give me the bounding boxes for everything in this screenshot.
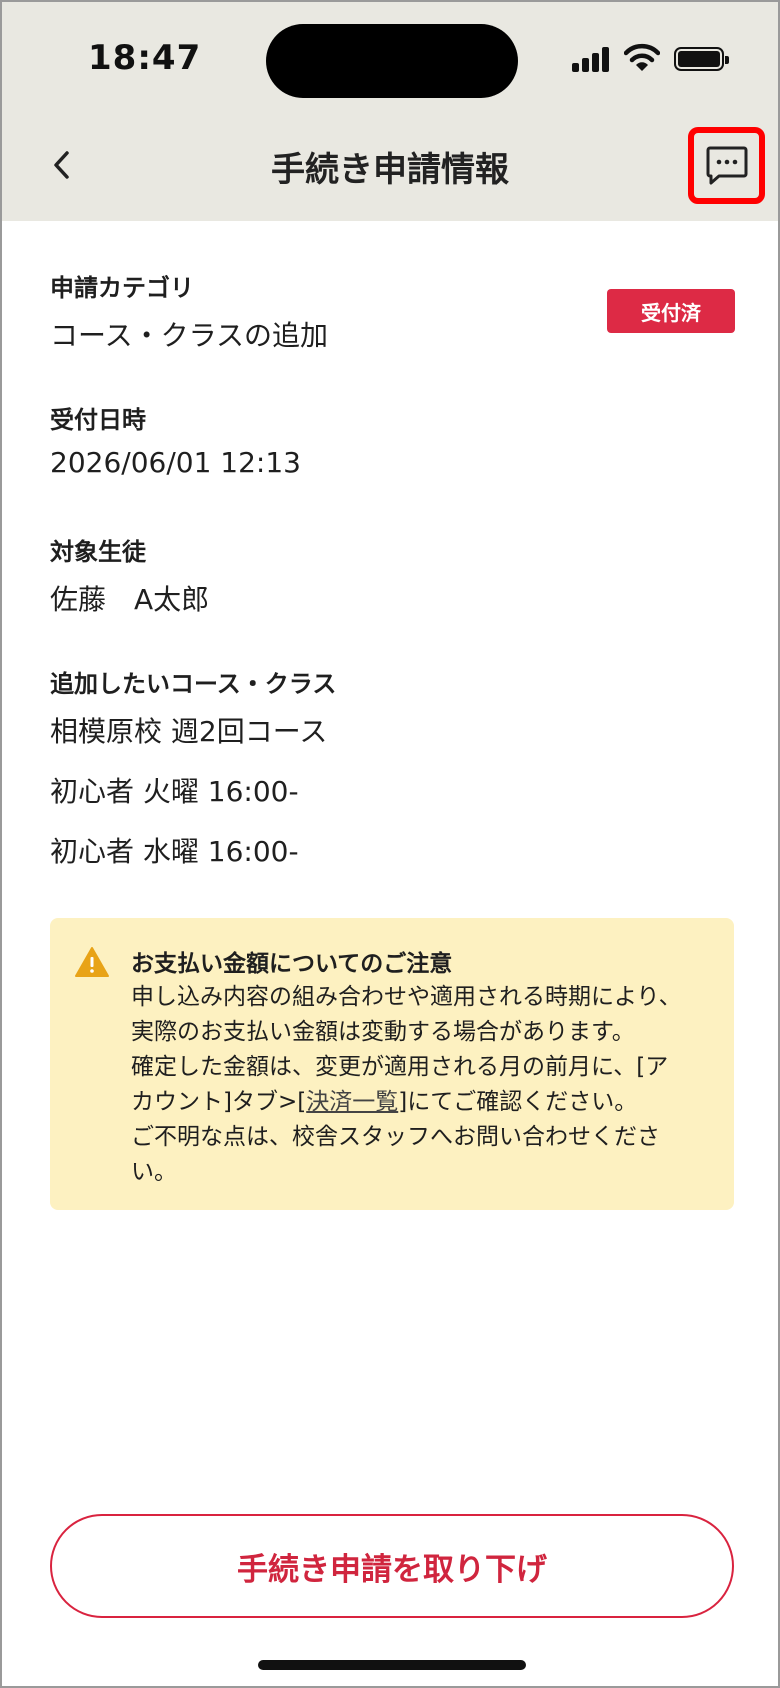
warning-icon (75, 947, 109, 977)
category-label: 申請カテゴリ (50, 274, 194, 302)
withdraw-request-button[interactable]: 手続き申請を取り下げ (50, 1514, 734, 1618)
notice-title: お支払い金額についてのご注意 (131, 951, 453, 977)
status-time: 18:47 (88, 38, 202, 78)
payment-list-link[interactable]: 決済一覧 (306, 1089, 398, 1115)
received-at-label: 受付日時 (50, 406, 146, 434)
page-title: 手続き申請情報 (271, 150, 509, 190)
chat-bubble-icon (706, 146, 747, 184)
student-value: 佐藤 A太郎 (50, 583, 210, 616)
notice-line: カウント]タブ>[決済一覧]にてご確認ください。 (131, 1085, 701, 1120)
course-class-label: 追加したいコース・クラス (50, 670, 337, 698)
notice-text: ]にてご確認ください。 (398, 1089, 638, 1115)
class-value-wednesday: 初心者 水曜 16:00- (50, 835, 299, 868)
status-badge: 受付済 (607, 289, 735, 333)
received-at-value: 2026/06/01 12:13 (50, 446, 301, 479)
notice-line: 確定した金額は、変更が適用される月の前月に、[ア (131, 1054, 669, 1080)
notice-line: 実際のお支払い金額は変動する場合があります。 (131, 1019, 635, 1045)
app-screen: 18:47 手続き申請情報 申請カテゴリ コース・クラスの追加 受付済 受付日時… (0, 0, 780, 1688)
notice-body: 申し込み内容の組み合わせや適用される時期により、 実際のお支払い金額は変動する場… (131, 980, 701, 1190)
notice-line: ご不明な点は、校舎スタッフへお問い合わせくださ (131, 1124, 660, 1150)
notice-line: 申し込み内容の組み合わせや適用される時期により、 (131, 984, 682, 1010)
class-value-tuesday: 初心者 火曜 16:00- (50, 775, 299, 808)
notice-line: い。 (131, 1159, 177, 1185)
cellular-signal-icon (572, 46, 612, 72)
category-value: コース・クラスの追加 (50, 319, 329, 352)
notice-text: カウント]タブ>[ (131, 1089, 307, 1115)
student-label: 対象生徒 (50, 538, 146, 566)
course-value: 相模原校 週2回コース (50, 715, 328, 748)
header-bar: 18:47 手続き申請情報 (2, 2, 778, 221)
home-indicator (258, 1660, 526, 1670)
message-button[interactable] (688, 127, 765, 204)
payment-notice: お支払い金額についてのご注意 申し込み内容の組み合わせや適用される時期により、 … (50, 918, 734, 1210)
battery-icon (674, 47, 729, 71)
dynamic-island (266, 24, 518, 98)
wifi-icon (624, 43, 660, 71)
